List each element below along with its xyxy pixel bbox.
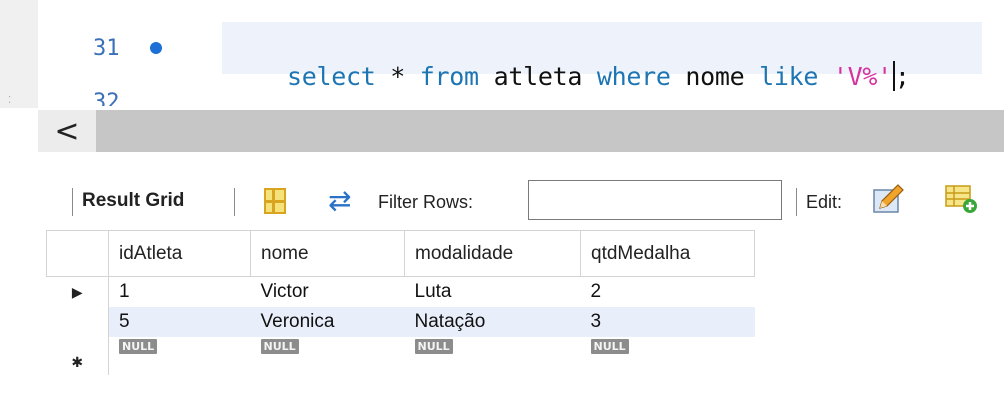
sql-statement[interactable]: select * from atleta where nome like 'V%… [228, 32, 910, 120]
result-grid: idAtleta nome modalidade qtdMedalha ▶ 1 … [46, 230, 755, 375]
cell[interactable]: NULL [109, 337, 251, 375]
breakpoint-dot-icon[interactable] [150, 42, 162, 54]
table-row[interactable]: 5 Veronica Natação 3 [46, 306, 755, 337]
cell[interactable]: NULL [405, 337, 581, 375]
cell[interactable]: Victor [250, 276, 405, 307]
code-token: select [287, 62, 376, 91]
code-token: atleta [478, 62, 597, 91]
table-row[interactable]: ▶ 1 Victor Luta 2 [46, 276, 755, 307]
new-row[interactable]: ✱ NULL NULL NULL NULL [46, 336, 755, 375]
null-badge: NULL [590, 338, 629, 354]
null-badge: NULL [414, 338, 453, 354]
row-header[interactable]: ▶ [46, 276, 109, 307]
code-token: like [759, 62, 819, 91]
code-token: from [419, 62, 479, 91]
column-header-qtdMedalha[interactable]: qtdMedalha [580, 230, 755, 277]
row-header-corner [46, 230, 109, 277]
result-toolbar: Result Grid ⇄ Filter Rows: Edit: [38, 178, 1004, 222]
editor-gutter [0, 0, 38, 108]
row-header[interactable]: ✱ [46, 336, 109, 375]
cell[interactable]: Luta [404, 276, 581, 307]
toolbar-separator [796, 188, 797, 216]
result-grid-tab[interactable]: Result Grid [82, 190, 184, 212]
refresh-icon[interactable]: ⇄ [328, 184, 351, 217]
null-badge: NULL [119, 338, 158, 354]
cell[interactable]: 1 [108, 276, 251, 307]
filter-rows-input[interactable] [528, 180, 782, 220]
new-row-star-icon: ✱ [71, 353, 84, 370]
cell[interactable]: 5 [108, 306, 251, 337]
column-header-modalidade[interactable]: modalidade [404, 230, 581, 277]
fold-marker: ⁚ [8, 95, 12, 106]
code-token: where [596, 62, 671, 91]
line-number: 31 [93, 36, 120, 61]
cell[interactable]: 3 [580, 306, 755, 337]
grid-header-row: idAtleta nome modalidade qtdMedalha [46, 230, 755, 277]
row-header[interactable] [46, 306, 109, 337]
current-row-arrow-icon: ▶ [71, 283, 83, 300]
cell[interactable]: 2 [580, 276, 755, 307]
cell[interactable]: Veronica [250, 306, 405, 337]
grid-view-icon[interactable] [264, 188, 286, 214]
toolbar-separator [234, 188, 235, 216]
code-token: * [375, 62, 420, 91]
cell[interactable]: NULL [251, 337, 405, 375]
column-header-idAtleta[interactable]: idAtleta [108, 230, 251, 277]
column-header-nome[interactable]: nome [250, 230, 405, 277]
line-number: 32 [93, 90, 120, 106]
toolbar-separator [72, 188, 73, 216]
horizontal-scrollbar[interactable]: < [38, 110, 1004, 152]
sql-editor[interactable]: ⁚ 31 32 select * from atleta where nome … [0, 0, 1004, 108]
result-panel: Result Grid ⇄ Filter Rows: Edit: idAtlet… [38, 152, 1004, 415]
scroll-left-arrow-icon[interactable]: < [38, 110, 96, 152]
add-row-icon[interactable] [944, 184, 978, 214]
edit-label: Edit: [806, 192, 843, 212]
code-token: 'V%' [832, 62, 892, 91]
null-badge: NULL [260, 338, 299, 354]
edit-pencil-icon[interactable] [870, 180, 906, 216]
cell[interactable]: NULL [581, 337, 755, 375]
cell[interactable]: Natação [404, 306, 581, 337]
code-token: nome [670, 62, 760, 91]
code-token: ; [894, 62, 910, 91]
filter-rows-label: Filter Rows: [378, 192, 474, 212]
